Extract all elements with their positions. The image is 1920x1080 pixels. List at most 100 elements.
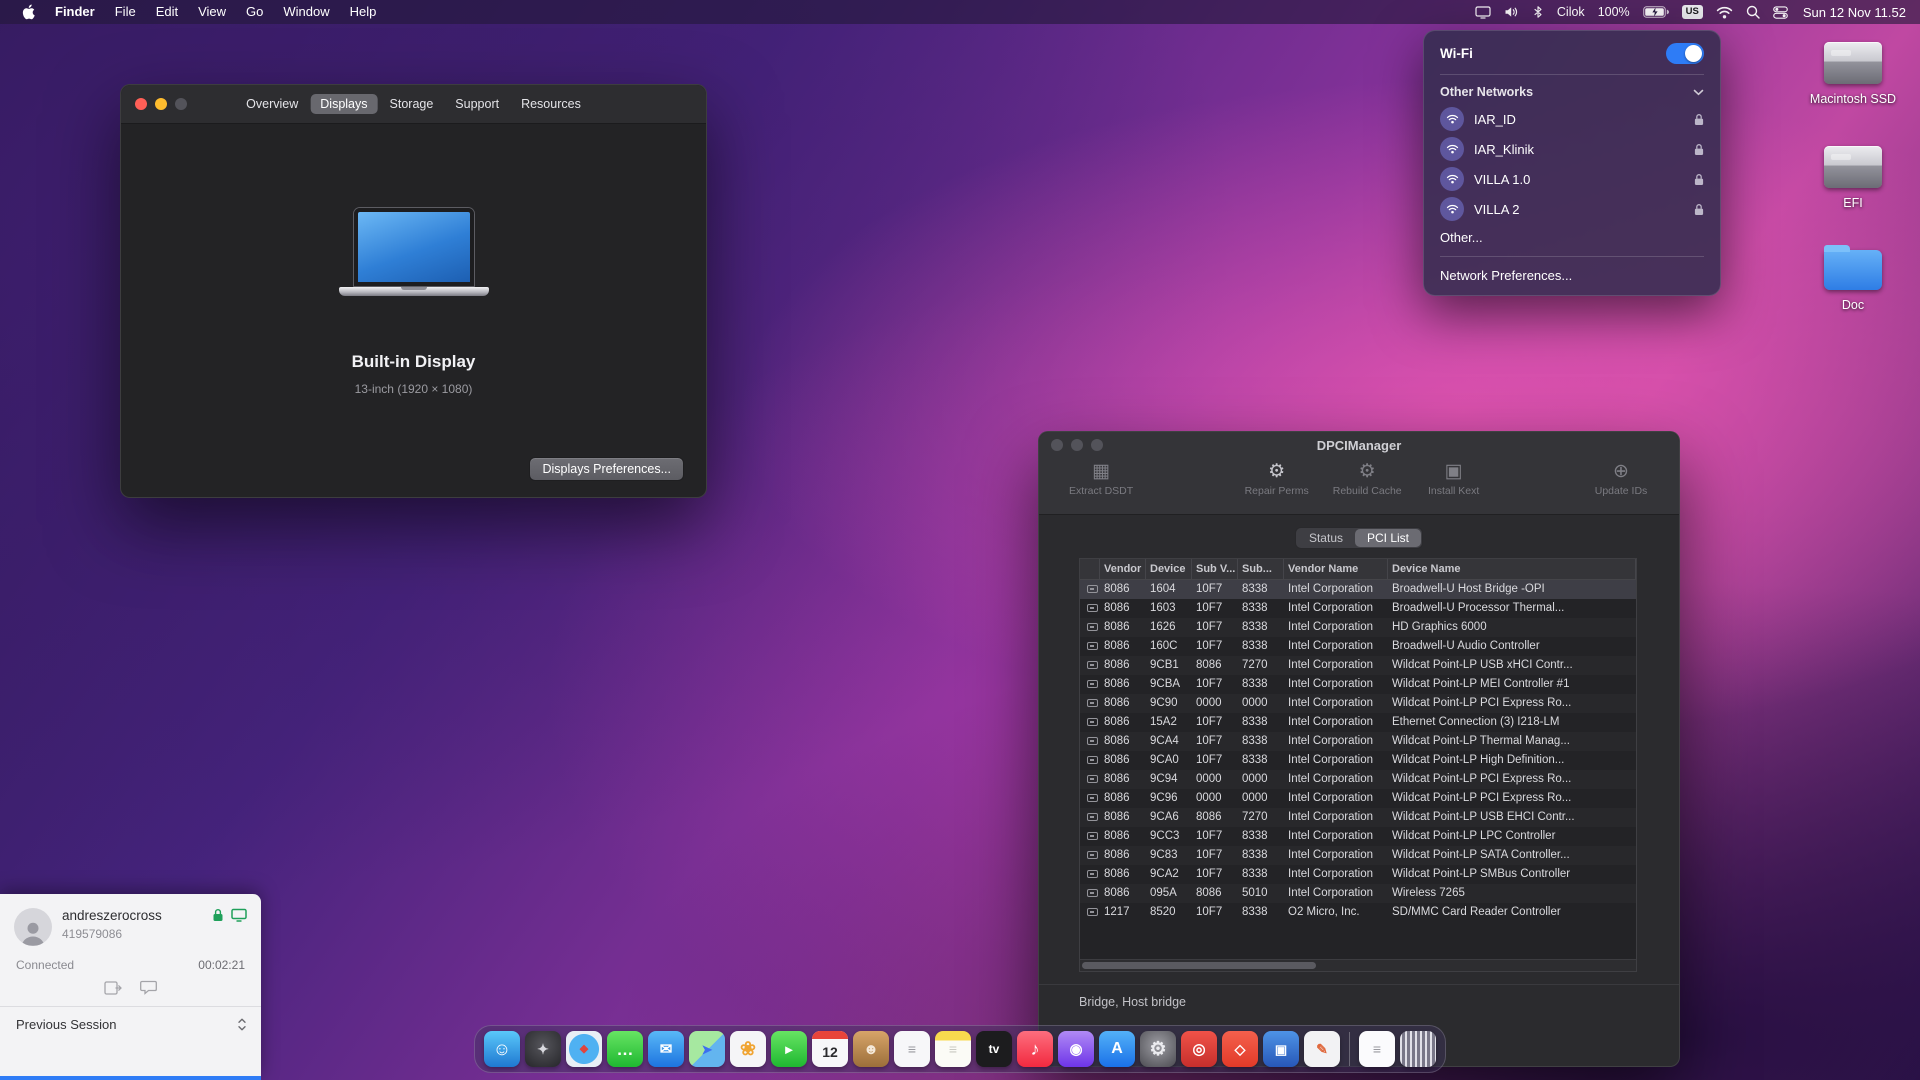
menu-go[interactable]: Go	[236, 0, 273, 24]
column-header-sub[interactable]: Sub...	[1238, 559, 1284, 579]
dock-textedit[interactable]: ≡	[1359, 1031, 1395, 1067]
toolbar-repair-perms[interactable]: ⚙Repair Perms	[1245, 460, 1309, 497]
tab-storage[interactable]: Storage	[380, 94, 444, 114]
pci-row[interactable]: 8086095A80865010Intel CorporationWireles…	[1080, 884, 1636, 903]
desktop-icon-macintosh-ssd[interactable]: Macintosh SSD	[1798, 42, 1908, 106]
pci-row[interactable]: 80869CA210F78338Intel CorporationWildcat…	[1080, 865, 1636, 884]
wifi-other[interactable]: Other...	[1424, 224, 1720, 251]
about-titlebar[interactable]: OverviewDisplaysStorageSupportResources	[121, 85, 706, 124]
desktop-icon-doc[interactable]: Doc	[1798, 250, 1908, 312]
keyboard-layout-badge[interactable]: US	[1682, 5, 1703, 19]
dock-trash[interactable]	[1400, 1031, 1436, 1067]
menu-finder[interactable]: Finder	[45, 0, 105, 24]
wifi-icon[interactable]	[1716, 6, 1733, 19]
pci-row[interactable]: 80869CA680867270Intel CorporationWildcat…	[1080, 808, 1636, 827]
dock-app-white[interactable]: ✎	[1304, 1031, 1340, 1067]
pci-row[interactable]: 80869CA410F78338Intel CorporationWildcat…	[1080, 732, 1636, 751]
menu-edit[interactable]: Edit	[146, 0, 188, 24]
chat-icon[interactable]	[140, 980, 157, 996]
tab-support[interactable]: Support	[445, 94, 509, 114]
tab-overview[interactable]: Overview	[236, 94, 308, 114]
menu-window[interactable]: Window	[273, 0, 339, 24]
dock-notes[interactable]: ≡	[935, 1031, 971, 1067]
minimize-button[interactable]	[155, 98, 167, 110]
pci-row[interactable]: 80869CC310F78338Intel CorporationWildcat…	[1080, 827, 1636, 846]
dock-photos[interactable]: ❀	[730, 1031, 766, 1067]
pci-row[interactable]: 8086160310F78338Intel CorporationBroadwe…	[1080, 599, 1636, 618]
screen-mirroring-icon[interactable]	[1475, 5, 1491, 19]
dock-tv[interactable]: tv	[976, 1031, 1012, 1067]
volume-icon[interactable]	[1504, 6, 1519, 18]
dock-safari[interactable]: ◆	[566, 1031, 602, 1067]
toolbar-install-kext[interactable]: ▣Install Kext	[1426, 460, 1482, 497]
dock-contacts[interactable]: ☻	[853, 1031, 889, 1067]
column-header-vendor-name[interactable]: Vendor Name	[1284, 559, 1388, 579]
wifi-network-iar-klinik[interactable]: IAR_Klinik	[1424, 134, 1720, 164]
column-header-vendor[interactable]: Vendor	[1100, 559, 1146, 579]
dock-calendar[interactable]: 12	[812, 1031, 848, 1067]
dock-messages[interactable]: …	[607, 1031, 643, 1067]
toolbar-rebuild-cache[interactable]: ⚙Rebuild Cache	[1333, 460, 1402, 497]
wifi-network-villa-2[interactable]: VILLA 2	[1424, 194, 1720, 224]
close-button[interactable]	[135, 98, 147, 110]
pci-row[interactable]: 80869CA010F78338Intel CorporationWildcat…	[1080, 751, 1636, 770]
toolbar-extract-dsdt[interactable]: ▦Extract DSDT	[1069, 460, 1133, 497]
dock-app-red[interactable]: ◎	[1181, 1031, 1217, 1067]
menubar-clock[interactable]: Sun 12 Nov 11.52	[1803, 5, 1906, 20]
pci-row[interactable]: 808615A210F78338Intel CorporationEtherne…	[1080, 713, 1636, 732]
network-preferences[interactable]: Network Preferences...	[1424, 262, 1720, 289]
column-header-sub-v[interactable]: Sub V...	[1192, 559, 1238, 579]
dock-launchpad[interactable]: ✦	[525, 1031, 561, 1067]
dock-facetime[interactable]: ►	[771, 1031, 807, 1067]
displays-preferences-button[interactable]: Displays Preferences...	[529, 457, 684, 481]
pci-row[interactable]: 1217852010F78338O2 Micro, Inc.SD/MMC Car…	[1080, 903, 1636, 922]
tab-resources[interactable]: Resources	[511, 94, 591, 114]
horizontal-scrollbar[interactable]	[1080, 959, 1636, 971]
pci-row[interactable]: 8086160C10F78338Intel CorporationBroadwe…	[1080, 637, 1636, 656]
file-transfer-icon[interactable]	[104, 980, 122, 996]
pci-row[interactable]: 80869C9600000000Intel CorporationWildcat…	[1080, 789, 1636, 808]
dock-reminders[interactable]: ≡	[894, 1031, 930, 1067]
control-center-icon[interactable]	[1773, 5, 1788, 20]
dock-finder[interactable]: ☺	[484, 1031, 520, 1067]
menu-view[interactable]: View	[188, 0, 236, 24]
pci-row[interactable]: 80869C9000000000Intel CorporationWildcat…	[1080, 694, 1636, 713]
pci-table-header[interactable]: VendorDeviceSub V...Sub...Vendor NameDev…	[1080, 559, 1636, 580]
dock-anydesk[interactable]: ◇	[1222, 1031, 1258, 1067]
tab-displays[interactable]: Displays	[310, 94, 377, 114]
scrollbar-thumb[interactable]	[1082, 962, 1316, 969]
menu-help[interactable]: Help	[340, 0, 387, 24]
column-header-device[interactable]: Device	[1146, 559, 1192, 579]
dock-app-blue[interactable]: ▣	[1263, 1031, 1299, 1067]
session-selector[interactable]: Previous Session	[0, 1007, 261, 1032]
dock-app-store[interactable]: A	[1099, 1031, 1135, 1067]
zoom-button[interactable]	[175, 98, 187, 110]
toolbar-update-ids[interactable]: ⊕Update IDs	[1593, 460, 1649, 497]
other-networks-header[interactable]: Other Networks	[1424, 80, 1720, 104]
dpci-titlebar[interactable]: DPCIManager	[1039, 432, 1679, 458]
pci-row[interactable]: 80869CBA10F78338Intel CorporationWildcat…	[1080, 675, 1636, 694]
bluetooth-icon[interactable]	[1532, 5, 1544, 19]
dock-music[interactable]: ♪	[1017, 1031, 1053, 1067]
battery-icon[interactable]	[1643, 6, 1669, 18]
pci-row[interactable]: 8086162610F78338Intel CorporationHD Grap…	[1080, 618, 1636, 637]
pci-row[interactable]: 80869C9400000000Intel CorporationWildcat…	[1080, 770, 1636, 789]
dock-system-preferences[interactable]: ⚙	[1140, 1031, 1176, 1067]
pci-row[interactable]: 8086160410F78338Intel CorporationBroadwe…	[1080, 580, 1636, 599]
wifi-network-villa-1-0[interactable]: VILLA 1.0	[1424, 164, 1720, 194]
pci-row[interactable]: 80869CB180867270Intel CorporationWildcat…	[1080, 656, 1636, 675]
tab-status[interactable]: Status	[1297, 529, 1355, 547]
search-icon[interactable]	[1746, 5, 1760, 19]
desktop-icon-efi[interactable]: EFI	[1798, 146, 1908, 210]
input-source-name[interactable]: Cilok	[1557, 5, 1585, 19]
wifi-network-iar-id[interactable]: IAR_ID	[1424, 104, 1720, 134]
column-header-device-name[interactable]: Device Name	[1388, 559, 1636, 579]
apple-menu[interactable]	[22, 4, 35, 20]
dock-maps[interactable]: ➤	[689, 1031, 725, 1067]
dock-podcasts[interactable]: ◉	[1058, 1031, 1094, 1067]
dock-mail[interactable]: ✉	[648, 1031, 684, 1067]
wifi-toggle[interactable]	[1666, 43, 1704, 64]
pci-row[interactable]: 80869C8310F78338Intel CorporationWildcat…	[1080, 846, 1636, 865]
menu-file[interactable]: File	[105, 0, 146, 24]
tab-pci-list[interactable]: PCI List	[1355, 529, 1421, 547]
